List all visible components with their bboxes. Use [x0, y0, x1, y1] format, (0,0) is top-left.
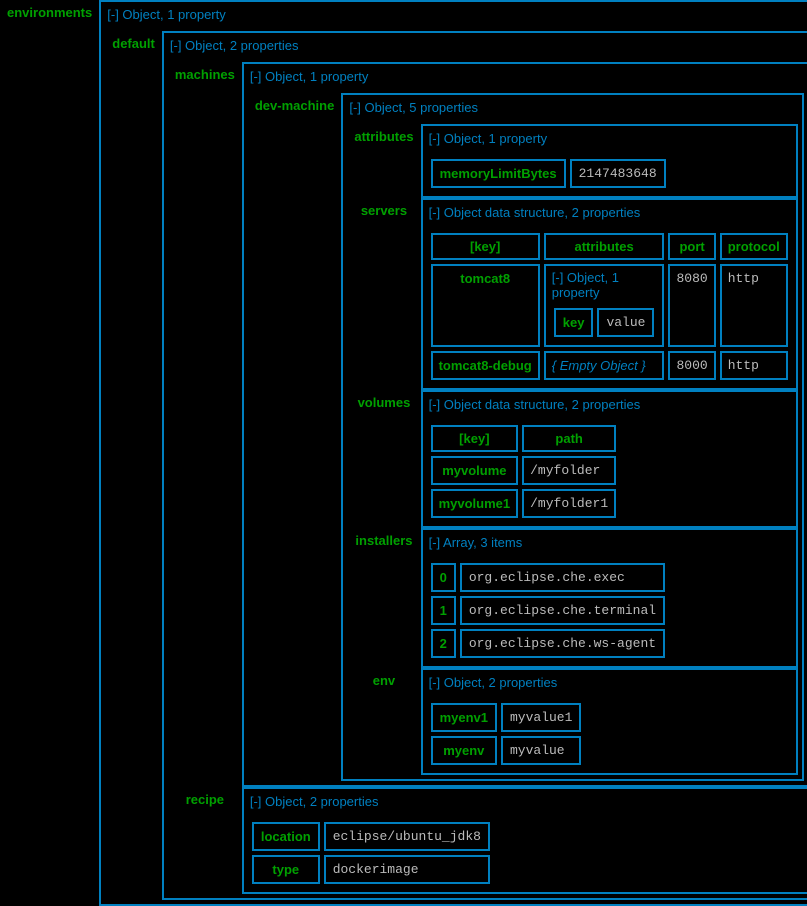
server-row-tomcat8-debug: tomcat8-debug { Empty Object } 8000 ht — [431, 351, 788, 380]
volumes-collapse-toggle[interactable]: [-] Object data structure, 2 properties — [429, 397, 641, 412]
env-myenv-val: myvalue — [501, 736, 581, 765]
recipe-type-val: dockerimage — [324, 855, 490, 884]
recipe-object-box: [-] Object, 2 properties — [242, 787, 807, 894]
env-myenv1-val: myvalue1 — [501, 703, 581, 732]
environments-key: environments — [0, 0, 99, 906]
volumes-key: volumes — [347, 390, 420, 528]
server-tomcat8-attr-header[interactable]: [-] Object, 1 property — [546, 266, 663, 304]
dev-machine-object-box: [-] Object, 5 properties — [341, 93, 803, 781]
recipe-row-type: type dockerimage — [252, 855, 490, 884]
installers-array-box: [-] Array, 3 items — [421, 528, 798, 668]
servers-col-attributes: attributes — [544, 233, 665, 260]
servers-col-key: [key] — [431, 233, 540, 260]
server-tomcat8-attr-key: key — [554, 308, 594, 337]
servers-object-box: [-] Object data structure, 2 properties — [421, 198, 798, 390]
env-key: env — [347, 668, 420, 775]
machines-key: machines — [168, 62, 242, 787]
installers-array-header[interactable]: [-] Array, 3 items — [423, 530, 796, 555]
installer-row-2: 2 org.eclipse.che.ws-agent — [431, 629, 665, 658]
server-tomcat8-debug-name: tomcat8-debug — [431, 351, 540, 380]
installers-key: installers — [347, 528, 420, 668]
dev-machine-key: dev-machine — [248, 93, 341, 781]
server-tomcat8-port: 8080 — [668, 264, 715, 347]
machines-object-header[interactable]: [-] Object, 1 property — [244, 64, 807, 89]
recipe-collapse-toggle[interactable]: [-] Object, 2 properties — [250, 794, 379, 809]
server-tomcat8-protocol: http — [720, 264, 788, 347]
env-myenv-key: myenv — [431, 736, 497, 765]
default-collapse-toggle[interactable]: [-] Object, 2 properties — [170, 38, 299, 53]
default-object-header[interactable]: [-] Object, 2 properties — [164, 33, 807, 58]
installers-collapse-toggle[interactable]: [-] Array, 3 items — [429, 535, 523, 550]
env-object-box: [-] Object, 2 properties — [421, 668, 798, 775]
recipe-type-key: type — [252, 855, 320, 884]
default-object-box: [-] Object, 2 properties machines — [162, 31, 807, 900]
memory-limit-key: memoryLimitBytes — [431, 159, 566, 188]
servers-col-protocol: protocol — [720, 233, 788, 260]
env-object-header[interactable]: [-] Object, 2 properties — [423, 670, 796, 695]
memory-limit-row: memoryLimitBytes 2147483648 — [431, 159, 666, 188]
env-myenv1-key: myenv1 — [431, 703, 497, 732]
server-tomcat8-debug-attr: { Empty Object } — [544, 351, 665, 380]
attributes-collapse-toggle[interactable]: [-] Object, 1 property — [429, 131, 548, 146]
volume-myvolume1-name: myvolume1 — [431, 489, 519, 518]
volumes-object-box: [-] Object data structure, 2 properties — [421, 390, 798, 528]
installer-row-0: 0 org.eclipse.che.exec — [431, 563, 665, 592]
server-tomcat8-attr-value: value — [597, 308, 654, 337]
installer-row-1: 1 org.eclipse.che.terminal — [431, 596, 665, 625]
server-tomcat8-debug-protocol: http — [720, 351, 788, 380]
attributes-object-box: [-] Object, 1 property — [421, 124, 798, 198]
dev-machine-collapse-toggle[interactable]: [-] Object, 5 properties — [349, 100, 478, 115]
volumes-col-path: path — [522, 425, 616, 452]
recipe-object-header[interactable]: [-] Object, 2 properties — [244, 789, 807, 814]
volume-myvolume-name: myvolume — [431, 456, 519, 485]
servers-key: servers — [347, 198, 420, 390]
server-tomcat8-debug-port: 8000 — [668, 351, 715, 380]
environments-collapse-toggle[interactable]: [-] Object, 1 property — [107, 7, 226, 22]
machines-object-box: [-] Object, 1 property — [242, 62, 807, 787]
environments-object-header[interactable]: [-] Object, 1 property — [101, 2, 807, 27]
volume-myvolume-path: /myfolder — [522, 456, 616, 485]
volume-row-myvolume1: myvolume1 /myfolder1 — [431, 489, 617, 518]
env-collapse-toggle[interactable]: [-] Object, 2 properties — [429, 675, 558, 690]
servers-object-header[interactable]: [-] Object data structure, 2 properties — [423, 200, 796, 225]
servers-collapse-toggle[interactable]: [-] Object data structure, 2 properties — [429, 205, 641, 220]
volumes-col-key: [key] — [431, 425, 519, 452]
volume-row-myvolume: myvolume /myfolder — [431, 456, 617, 485]
installer-2-idx: 2 — [431, 629, 456, 658]
machines-collapse-toggle[interactable]: [-] Object, 1 property — [250, 69, 369, 84]
env-row-myenv1: myenv1 myvalue1 — [431, 703, 582, 732]
installer-1-idx: 1 — [431, 596, 456, 625]
installer-0-val: org.eclipse.che.exec — [460, 563, 665, 592]
server-tomcat8-name: tomcat8 — [431, 264, 540, 347]
memory-limit-value: 2147483648 — [570, 159, 666, 188]
installer-2-val: org.eclipse.che.ws-agent — [460, 629, 665, 658]
server-row-tomcat8: tomcat8 [-] Object, 1 property — [431, 264, 788, 347]
recipe-location-key: location — [252, 822, 320, 851]
volumes-object-header[interactable]: [-] Object data structure, 2 properties — [423, 392, 796, 417]
installer-0-idx: 0 — [431, 563, 456, 592]
recipe-key: recipe — [168, 787, 242, 894]
env-row-myenv: myenv myvalue — [431, 736, 582, 765]
server-tomcat8-attr-toggle[interactable]: [-] Object, 1 property — [552, 270, 619, 300]
installer-1-val: org.eclipse.che.terminal — [460, 596, 665, 625]
attributes-key: attributes — [347, 124, 420, 198]
attributes-object-header[interactable]: [-] Object, 1 property — [423, 126, 796, 151]
servers-col-port: port — [668, 233, 715, 260]
recipe-location-val: eclipse/ubuntu_jdk8 — [324, 822, 490, 851]
recipe-row-location: location eclipse/ubuntu_jdk8 — [252, 822, 490, 851]
volume-myvolume1-path: /myfolder1 — [522, 489, 616, 518]
dev-machine-object-header[interactable]: [-] Object, 5 properties — [343, 95, 801, 120]
environments-object-box: [-] Object, 1 property default [-] Objec… — [99, 0, 807, 906]
default-key: default — [105, 31, 162, 900]
